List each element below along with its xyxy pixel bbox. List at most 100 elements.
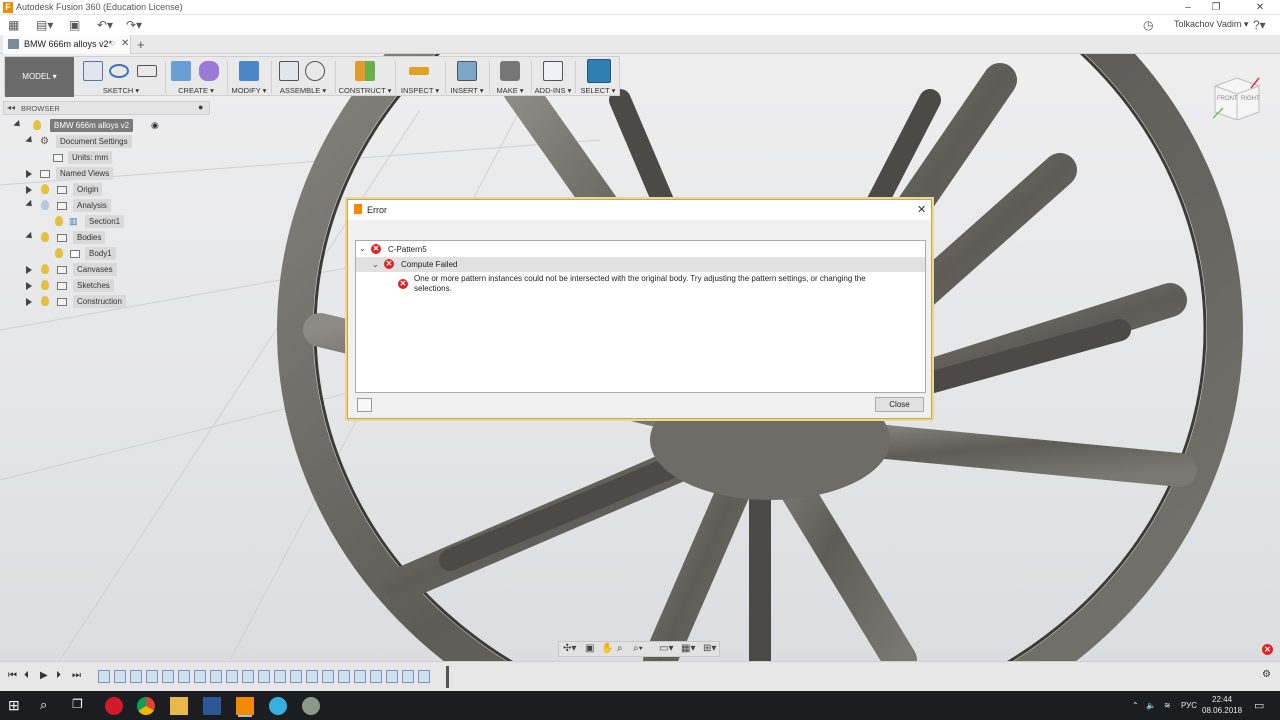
timeline-feature-icon[interactable] bbox=[338, 670, 350, 683]
volume-icon[interactable]: 🔈 bbox=[1146, 701, 1156, 710]
modify-group[interactable]: MODIFY ▾ bbox=[229, 57, 269, 97]
sketch-menu[interactable]: SKETCH ▾ bbox=[79, 86, 163, 95]
document-tab[interactable]: BMW 666m alloys v2* ○ ✕ bbox=[3, 35, 131, 54]
inspect-menu[interactable]: INSPECT ▾ bbox=[397, 86, 443, 95]
timeline-feature-icon[interactable] bbox=[242, 670, 254, 683]
form-icon[interactable] bbox=[199, 61, 219, 81]
display-settings-icon[interactable]: ▭▾ bbox=[659, 643, 673, 654]
close-tab-icon[interactable]: ✕ bbox=[121, 38, 129, 49]
user-account[interactable]: Tolkachov Vadim ▾ bbox=[1174, 19, 1248, 30]
tree-item-sketches[interactable]: Sketches bbox=[12, 279, 192, 292]
chrome-icon[interactable] bbox=[137, 697, 155, 715]
visibility-bulb-icon[interactable] bbox=[41, 200, 49, 210]
timeline-feature-icon[interactable] bbox=[210, 670, 222, 683]
minimize-button[interactable]: – bbox=[1174, 0, 1202, 15]
insert-menu[interactable]: INSERT ▾ bbox=[447, 86, 487, 95]
make-menu[interactable]: MAKE ▾ bbox=[491, 86, 529, 95]
tree-item-root[interactable]: BMW 666m alloys v2 ◉ bbox=[12, 119, 192, 132]
visibility-bulb-icon[interactable] bbox=[41, 280, 49, 290]
inspect-group[interactable]: INSPECT ▾ bbox=[397, 57, 443, 97]
restore-button[interactable]: ❐ bbox=[1202, 0, 1230, 15]
collapse-browser-icon[interactable]: ◂◂ bbox=[7, 103, 15, 112]
help-icon[interactable]: ?▾ bbox=[1253, 17, 1266, 33]
play-icon[interactable]: ▶ bbox=[40, 670, 48, 681]
timeline-feature-icon[interactable] bbox=[178, 670, 190, 683]
tree-item-units[interactable]: Units: mm bbox=[12, 151, 192, 164]
pan-hand-icon[interactable]: ✋ bbox=[601, 643, 613, 654]
dialog-close-icon[interactable]: ✕ bbox=[917, 203, 926, 216]
visibility-bulb-icon[interactable] bbox=[41, 296, 49, 306]
create-menu[interactable]: CREATE ▾ bbox=[167, 86, 225, 95]
expand-arrow-icon[interactable] bbox=[25, 199, 35, 210]
3d-print-icon[interactable] bbox=[500, 61, 520, 81]
timeline-feature-icon[interactable] bbox=[146, 670, 158, 683]
error-feature-row[interactable]: ⌄ ✕ C-Pattern5 bbox=[356, 242, 925, 256]
visibility-bulb-icon[interactable] bbox=[55, 248, 63, 258]
insert-image-icon[interactable] bbox=[457, 61, 477, 81]
timeline-feature-icon[interactable] bbox=[354, 670, 366, 683]
expand-arrow-icon[interactable] bbox=[13, 119, 23, 130]
data-panel-grid-icon[interactable]: ▦ bbox=[8, 17, 19, 33]
joint-icon[interactable] bbox=[305, 61, 325, 81]
construct-menu[interactable]: CONSTRUCT ▾ bbox=[337, 86, 393, 95]
tree-item-construction[interactable]: Construction bbox=[12, 295, 192, 308]
task-view-icon[interactable]: ❐ bbox=[72, 697, 90, 715]
dialog-title-bar[interactable]: Error ✕ bbox=[348, 200, 931, 220]
timeline-feature-icon[interactable] bbox=[402, 670, 414, 683]
timeline-feature-icon[interactable] bbox=[418, 670, 430, 683]
activate-radio-icon[interactable]: ◉ bbox=[151, 119, 159, 132]
visibility-bulb-icon[interactable] bbox=[41, 232, 49, 242]
go-to-end-icon[interactable]: ⏭ bbox=[72, 670, 81, 681]
assemble-group[interactable]: ASSEMBLE ▾ bbox=[273, 57, 333, 97]
word-icon[interactable] bbox=[203, 697, 221, 715]
expand-arrow-icon[interactable] bbox=[26, 298, 32, 306]
warning-error-icon[interactable]: ✕ bbox=[1262, 644, 1273, 655]
expand-arrow-icon[interactable] bbox=[25, 231, 35, 242]
file-menu-icon[interactable]: ▤▾ bbox=[36, 17, 53, 33]
expand-arrow-icon[interactable] bbox=[26, 282, 32, 290]
visibility-bulb-icon[interactable] bbox=[41, 184, 49, 194]
fit-zoom-icon[interactable]: ⌕▾ bbox=[633, 643, 643, 654]
line-icon[interactable] bbox=[109, 64, 129, 78]
sketch-group[interactable]: SKETCH ▾ bbox=[79, 57, 163, 97]
timeline-feature-icon[interactable] bbox=[226, 670, 238, 683]
tree-item-analysis[interactable]: Analysis bbox=[12, 199, 192, 212]
collapse-chevron-icon[interactable]: ⌄ bbox=[372, 260, 379, 269]
window-close-button[interactable]: ✕ bbox=[1246, 0, 1274, 15]
visibility-bulb-icon[interactable] bbox=[33, 120, 41, 130]
select-group[interactable]: SELECT ▾ bbox=[577, 57, 619, 97]
new-tab-button[interactable]: + bbox=[137, 37, 145, 52]
go-to-start-icon[interactable]: ⏮ bbox=[8, 670, 17, 681]
addins-menu[interactable]: ADD-INS ▾ bbox=[533, 86, 573, 95]
tree-item-named-views[interactable]: Named Views bbox=[12, 167, 192, 180]
windows-start-icon[interactable]: ⊞ bbox=[8, 697, 26, 715]
network-icon[interactable]: ≋ bbox=[1164, 701, 1171, 710]
tree-item-body1[interactable]: Body1 bbox=[12, 247, 192, 260]
copy-to-clipboard-icon[interactable] bbox=[357, 398, 372, 412]
timeline-feature-icon[interactable] bbox=[306, 670, 318, 683]
clock-time[interactable]: 22:44 bbox=[1212, 695, 1232, 704]
fusion360-taskbar-icon[interactable] bbox=[236, 697, 254, 715]
error-status-row[interactable]: ⌄ ✕ Compute Failed bbox=[356, 257, 925, 272]
close-button[interactable]: Close bbox=[875, 397, 924, 412]
file-explorer-icon[interactable] bbox=[170, 697, 188, 715]
timeline-feature-icon[interactable] bbox=[274, 670, 286, 683]
timeline-marker[interactable] bbox=[446, 666, 449, 688]
expand-arrow-icon[interactable] bbox=[26, 170, 32, 178]
viewports-icon[interactable]: ⊞▾ bbox=[703, 643, 716, 654]
grid-settings-icon[interactable]: ▦▾ bbox=[681, 643, 695, 654]
collapse-chevron-icon[interactable]: ⌄ bbox=[359, 244, 366, 253]
press-pull-icon[interactable] bbox=[239, 61, 259, 81]
language-indicator[interactable]: РУС bbox=[1181, 701, 1197, 710]
tree-item-document-settings[interactable]: ⚙ Document Settings bbox=[12, 135, 192, 148]
browser-pin-icon[interactable]: ● bbox=[198, 102, 203, 112]
visibility-bulb-icon[interactable] bbox=[41, 264, 49, 274]
insert-group[interactable]: INSERT ▾ bbox=[447, 57, 487, 97]
timeline-feature-icon[interactable] bbox=[114, 670, 126, 683]
rectangle-icon[interactable] bbox=[137, 65, 157, 77]
redo-icon[interactable]: ↷▾ bbox=[126, 17, 142, 33]
expand-arrow-icon[interactable] bbox=[25, 135, 35, 146]
opera-icon[interactable] bbox=[105, 697, 123, 715]
app-icon[interactable] bbox=[302, 697, 320, 715]
undo-icon[interactable]: ↶▾ bbox=[97, 17, 113, 33]
